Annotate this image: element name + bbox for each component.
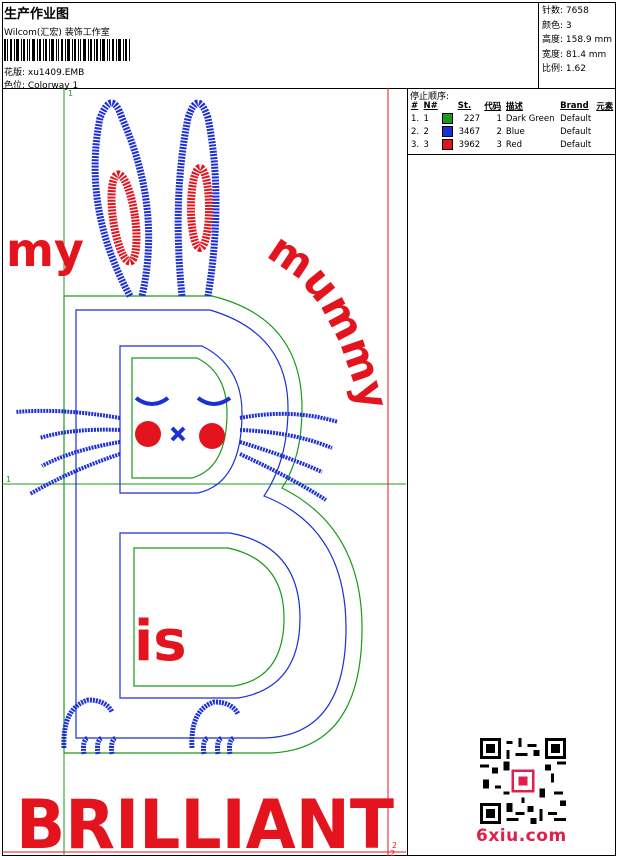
- row-stitches: 3467: [458, 126, 481, 137]
- row-code: 2: [496, 126, 502, 137]
- row-brand: Default: [560, 126, 592, 137]
- row-stitches: 3962: [458, 139, 481, 150]
- row-swatch: [440, 125, 455, 138]
- col-header-stitches: St.: [457, 101, 472, 111]
- letter-b-outline-green: [63, 295, 363, 754]
- design-height: 高度: 158.9 mm: [542, 35, 613, 45]
- row-brand: Default: [560, 113, 592, 124]
- row-swatch: [440, 112, 455, 125]
- right-ear-inner: [187, 164, 213, 252]
- guide-label-left: 1: [6, 475, 11, 484]
- table-row: 3. 3 3962 3 Red Default: [409, 138, 616, 151]
- header-divider: [538, 2, 539, 88]
- row-desc: Dark Green: [505, 113, 555, 124]
- row-code: 3: [496, 139, 502, 150]
- left-eye: [134, 396, 170, 406]
- embroidery-preview: 1 1 2 2 my mummy is BRILLIANT: [2, 88, 406, 860]
- right-eye: [196, 396, 232, 406]
- header-left: 生产作业图 Wilcom(汇宏) 装饰工作室 花版: xu1409.EMB 色位…: [4, 3, 536, 91]
- paws: [61, 697, 241, 755]
- row-n: 3: [423, 139, 429, 150]
- row-desc: Blue: [505, 126, 525, 137]
- row-n: 2: [423, 126, 429, 137]
- qr-code-icon: [480, 738, 566, 824]
- right-cheek: [199, 423, 225, 449]
- word-mummy: mummy: [260, 224, 399, 415]
- design-stats: 针数: 7658 颜色: 3 高度: 158.9 mm 宽度: 81.4 mm …: [542, 4, 612, 77]
- guide-label-top: 1: [68, 89, 73, 98]
- col-header-desc: 描述: [505, 102, 523, 112]
- row-index: 1.: [411, 113, 420, 124]
- word-my: my: [6, 223, 84, 277]
- watermark-site: 6xiu.com: [476, 826, 567, 846]
- word-brilliant: BRILLIANT: [16, 786, 395, 856]
- table-rule: [408, 154, 616, 155]
- left-ear: [91, 99, 153, 298]
- nose-mark: [170, 426, 186, 442]
- word-is: is: [134, 609, 187, 674]
- table-header-row: # N# St. 代码 描述 Brand 元素: [409, 100, 616, 112]
- design-file-label: 花版: xu1409.EMB: [4, 68, 85, 78]
- barcode-icon: [4, 39, 130, 61]
- design-canvas: 1 1 2 2 my mummy is BRILLIANT: [2, 88, 408, 860]
- col-header-n: N#: [423, 101, 438, 111]
- software-subtitle: Wilcom(汇宏) 装饰工作室: [4, 28, 110, 38]
- color-swatch: [442, 139, 454, 150]
- col-header-index: #: [411, 101, 419, 111]
- col-header-element: 元素: [596, 102, 614, 112]
- row-desc: Red: [505, 139, 523, 150]
- stitch-count: 针数: 7658: [542, 6, 589, 16]
- row-stitches: 227: [463, 113, 481, 124]
- color-swatch: [442, 126, 454, 137]
- col-header-brand: Brand: [560, 101, 589, 111]
- row-brand: Default: [560, 139, 592, 150]
- row-n: 1: [423, 113, 429, 124]
- color-swatch: [442, 113, 454, 124]
- row-swatch: [440, 138, 455, 151]
- col-header-code: 代码: [484, 102, 502, 112]
- color-count: 颜色: 3: [542, 20, 572, 31]
- color-stop-table: # N# St. 代码 描述 Brand 元素 1. 1 227 1 Dark Gree…: [409, 100, 616, 151]
- page-title: 生产作业图: [4, 7, 70, 22]
- letter-b-outline-blue: [75, 309, 347, 739]
- left-cheek: [135, 421, 161, 447]
- b-counter-top-blue: [119, 345, 243, 494]
- row-index: 3.: [411, 139, 420, 150]
- row-code: 1: [496, 113, 502, 124]
- design-width: 宽度: 81.4 mm: [542, 49, 607, 60]
- design-scale: 比例: 1.62: [542, 64, 586, 74]
- table-row: 2. 2 3467 2 Blue Default: [409, 125, 616, 138]
- row-index: 2.: [411, 126, 420, 137]
- table-row: 1. 1 227 1 Dark Green Default: [409, 112, 616, 125]
- b-counter-top-green: [131, 357, 228, 479]
